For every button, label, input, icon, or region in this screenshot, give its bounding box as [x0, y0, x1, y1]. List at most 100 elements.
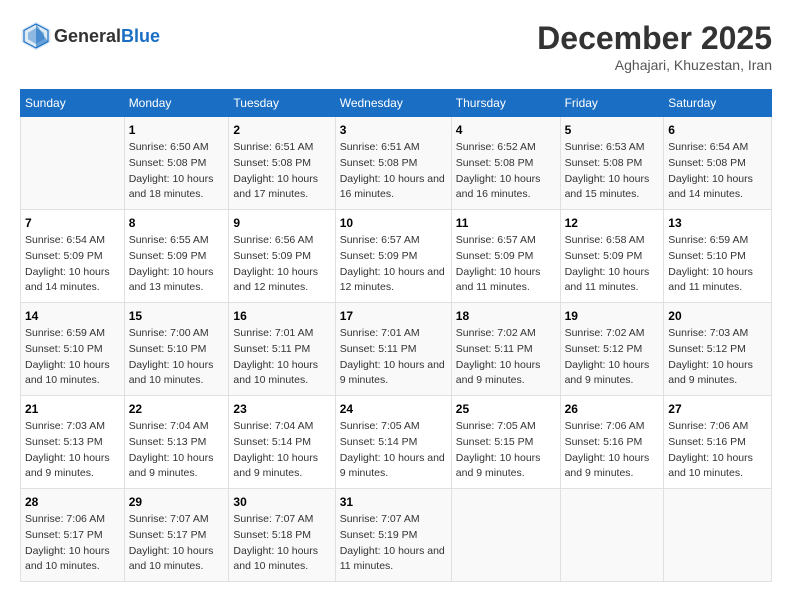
- day-number: 17: [340, 309, 447, 323]
- month-year: December 2025: [537, 20, 772, 57]
- day-number: 25: [456, 402, 556, 416]
- week-row-3: 14Sunrise: 6:59 AMSunset: 5:10 PMDayligh…: [21, 303, 772, 396]
- day-number: 30: [233, 495, 330, 509]
- header-day-thursday: Thursday: [451, 90, 560, 117]
- calendar-cell: 28 Sunrise: 7:06 AMSunset: 5:17 PMDayligh…: [21, 489, 125, 582]
- day-info: Sunrise: 7:02 AMSunset: 5:12 PMDaylight:…: [565, 326, 660, 389]
- day-number: 15: [129, 309, 225, 323]
- day-number: 20: [668, 309, 767, 323]
- day-number: 27: [668, 402, 767, 416]
- calendar-cell: 31Sunrise: 7:07 AMSunset: 5:19 PMDayligh…: [335, 489, 451, 582]
- page-header: GeneralBlue December 2025 Aghajari, Khuz…: [20, 20, 772, 73]
- day-info: Sunrise: 7:01 AMSunset: 5:11 PMDaylight:…: [233, 326, 330, 389]
- day-info: Sunrise: 7:07 AMSunset: 5:17 PMDaylight:…: [129, 512, 225, 575]
- calendar-cell: 6 Sunrise: 6:54 AMSunset: 5:08 PMDaylight…: [664, 117, 772, 210]
- day-info: Sunrise: 7:04 AMSunset: 5:14 PMDaylight:…: [233, 419, 330, 482]
- day-info: Sunrise: 7:05 AMSunset: 5:14 PMDaylight:…: [340, 419, 447, 482]
- day-info: Sunrise: 7:06 AMSunset: 5:16 PMDaylight:…: [668, 419, 767, 482]
- calendar-cell: 21 Sunrise: 7:03 AMSunset: 5:13 PMDayligh…: [21, 396, 125, 489]
- day-number: 23: [233, 402, 330, 416]
- header-day-saturday: Saturday: [664, 90, 772, 117]
- calendar-cell: 15 Sunrise: 7:00 AMSunset: 5:10 PMDayligh…: [124, 303, 229, 396]
- calendar-cell: [664, 489, 772, 582]
- day-info: Sunrise: 6:52 AMSunset: 5:08 PMDaylight:…: [456, 140, 556, 203]
- calendar-cell: 26 Sunrise: 7:06 AMSunset: 5:16 PMDayligh…: [560, 396, 664, 489]
- calendar-cell: 3 Sunrise: 6:51 AMSunset: 5:08 PMDaylight…: [335, 117, 451, 210]
- logo-general: General: [54, 26, 121, 46]
- day-number: 13: [668, 216, 767, 230]
- day-info: Sunrise: 7:06 AMSunset: 5:16 PMDaylight:…: [565, 419, 660, 482]
- day-number: 26: [565, 402, 660, 416]
- calendar-cell: 11 Sunrise: 6:57 AMSunset: 5:09 PMDayligh…: [451, 210, 560, 303]
- day-info: Sunrise: 6:57 AMSunset: 5:09 PMDaylight:…: [456, 233, 556, 296]
- calendar-cell: 17 Sunrise: 7:01 AMSunset: 5:11 PMDayligh…: [335, 303, 451, 396]
- week-row-5: 28 Sunrise: 7:06 AMSunset: 5:17 PMDayligh…: [21, 489, 772, 582]
- logo: GeneralBlue: [20, 20, 160, 52]
- logo-text: GeneralBlue: [54, 26, 160, 47]
- day-number: 28: [25, 495, 120, 509]
- title-area: December 2025 Aghajari, Khuzestan, Iran: [537, 20, 772, 73]
- logo-icon: [20, 20, 52, 52]
- day-info: Sunrise: 7:06 AMSunset: 5:17 PMDaylight:…: [25, 512, 120, 575]
- day-info: Sunrise: 6:50 AMSunset: 5:08 PMDaylight:…: [129, 140, 225, 203]
- day-info: Sunrise: 6:58 AMSunset: 5:09 PMDaylight:…: [565, 233, 660, 296]
- day-info: Sunrise: 7:00 AMSunset: 5:10 PMDaylight:…: [129, 326, 225, 389]
- calendar-cell: 23 Sunrise: 7:04 AMSunset: 5:14 PMDayligh…: [229, 396, 335, 489]
- calendar-cell: 29 Sunrise: 7:07 AMSunset: 5:17 PMDayligh…: [124, 489, 229, 582]
- calendar-cell: 27 Sunrise: 7:06 AMSunset: 5:16 PMDayligh…: [664, 396, 772, 489]
- calendar-cell: 12 Sunrise: 6:58 AMSunset: 5:09 PMDayligh…: [560, 210, 664, 303]
- calendar-cell: [451, 489, 560, 582]
- header-day-friday: Friday: [560, 90, 664, 117]
- calendar-cell: 19 Sunrise: 7:02 AMSunset: 5:12 PMDayligh…: [560, 303, 664, 396]
- day-info: Sunrise: 6:56 AMSunset: 5:09 PMDaylight:…: [233, 233, 330, 296]
- calendar-cell: 25Sunrise: 7:05 AMSunset: 5:15 PMDayligh…: [451, 396, 560, 489]
- day-number: 9: [233, 216, 330, 230]
- header-day-wednesday: Wednesday: [335, 90, 451, 117]
- calendar-cell: 7 Sunrise: 6:54 AMSunset: 5:09 PMDaylight…: [21, 210, 125, 303]
- calendar-cell: 4 Sunrise: 6:52 AMSunset: 5:08 PMDaylight…: [451, 117, 560, 210]
- day-info: Sunrise: 7:07 AMSunset: 5:18 PMDaylight:…: [233, 512, 330, 575]
- day-info: Sunrise: 6:54 AMSunset: 5:08 PMDaylight:…: [668, 140, 767, 203]
- day-number: 7: [25, 216, 120, 230]
- day-info: Sunrise: 7:02 AMSunset: 5:11 PMDaylight:…: [456, 326, 556, 389]
- header-row: SundayMondayTuesdayWednesdayThursdayFrid…: [21, 90, 772, 117]
- calendar-cell: 5 Sunrise: 6:53 AMSunset: 5:08 PMDaylight…: [560, 117, 664, 210]
- calendar-cell: 22Sunrise: 7:04 AMSunset: 5:13 PMDayligh…: [124, 396, 229, 489]
- calendar-table: SundayMondayTuesdayWednesdayThursdayFrid…: [20, 89, 772, 582]
- calendar-cell: 14Sunrise: 6:59 AMSunset: 5:10 PMDayligh…: [21, 303, 125, 396]
- week-row-2: 7 Sunrise: 6:54 AMSunset: 5:09 PMDaylight…: [21, 210, 772, 303]
- day-number: 6: [668, 123, 767, 137]
- calendar-cell: 18 Sunrise: 7:02 AMSunset: 5:11 PMDayligh…: [451, 303, 560, 396]
- day-number: 19: [565, 309, 660, 323]
- day-number: 29: [129, 495, 225, 509]
- day-info: Sunrise: 6:59 AMSunset: 5:10 PMDaylight:…: [668, 233, 767, 296]
- calendar-cell: 30 Sunrise: 7:07 AMSunset: 5:18 PMDayligh…: [229, 489, 335, 582]
- day-number: 24: [340, 402, 447, 416]
- day-number: 11: [456, 216, 556, 230]
- day-number: 3: [340, 123, 447, 137]
- day-number: 12: [565, 216, 660, 230]
- week-row-4: 21 Sunrise: 7:03 AMSunset: 5:13 PMDayligh…: [21, 396, 772, 489]
- day-number: 18: [456, 309, 556, 323]
- day-info: Sunrise: 6:54 AMSunset: 5:09 PMDaylight:…: [25, 233, 120, 296]
- day-info: Sunrise: 7:01 AMSunset: 5:11 PMDaylight:…: [340, 326, 447, 389]
- calendar-cell: 9 Sunrise: 6:56 AMSunset: 5:09 PMDaylight…: [229, 210, 335, 303]
- day-number: 16: [233, 309, 330, 323]
- calendar-cell: 24 Sunrise: 7:05 AMSunset: 5:14 PMDayligh…: [335, 396, 451, 489]
- day-info: Sunrise: 6:57 AMSunset: 5:09 PMDaylight:…: [340, 233, 447, 296]
- day-info: Sunrise: 6:53 AMSunset: 5:08 PMDaylight:…: [565, 140, 660, 203]
- day-info: Sunrise: 7:03 AMSunset: 5:13 PMDaylight:…: [25, 419, 120, 482]
- day-info: Sunrise: 6:55 AMSunset: 5:09 PMDaylight:…: [129, 233, 225, 296]
- header-day-tuesday: Tuesday: [229, 90, 335, 117]
- day-number: 4: [456, 123, 556, 137]
- day-number: 21: [25, 402, 120, 416]
- calendar-cell: 8 Sunrise: 6:55 AMSunset: 5:09 PMDaylight…: [124, 210, 229, 303]
- header-day-sunday: Sunday: [21, 90, 125, 117]
- calendar-cell: 13 Sunrise: 6:59 AMSunset: 5:10 PMDayligh…: [664, 210, 772, 303]
- day-number: 8: [129, 216, 225, 230]
- calendar-cell: 1Sunrise: 6:50 AMSunset: 5:08 PMDaylight…: [124, 117, 229, 210]
- day-number: 5: [565, 123, 660, 137]
- day-number: 22: [129, 402, 225, 416]
- day-info: Sunrise: 6:51 AMSunset: 5:08 PMDaylight:…: [340, 140, 447, 203]
- day-number: 31: [340, 495, 447, 509]
